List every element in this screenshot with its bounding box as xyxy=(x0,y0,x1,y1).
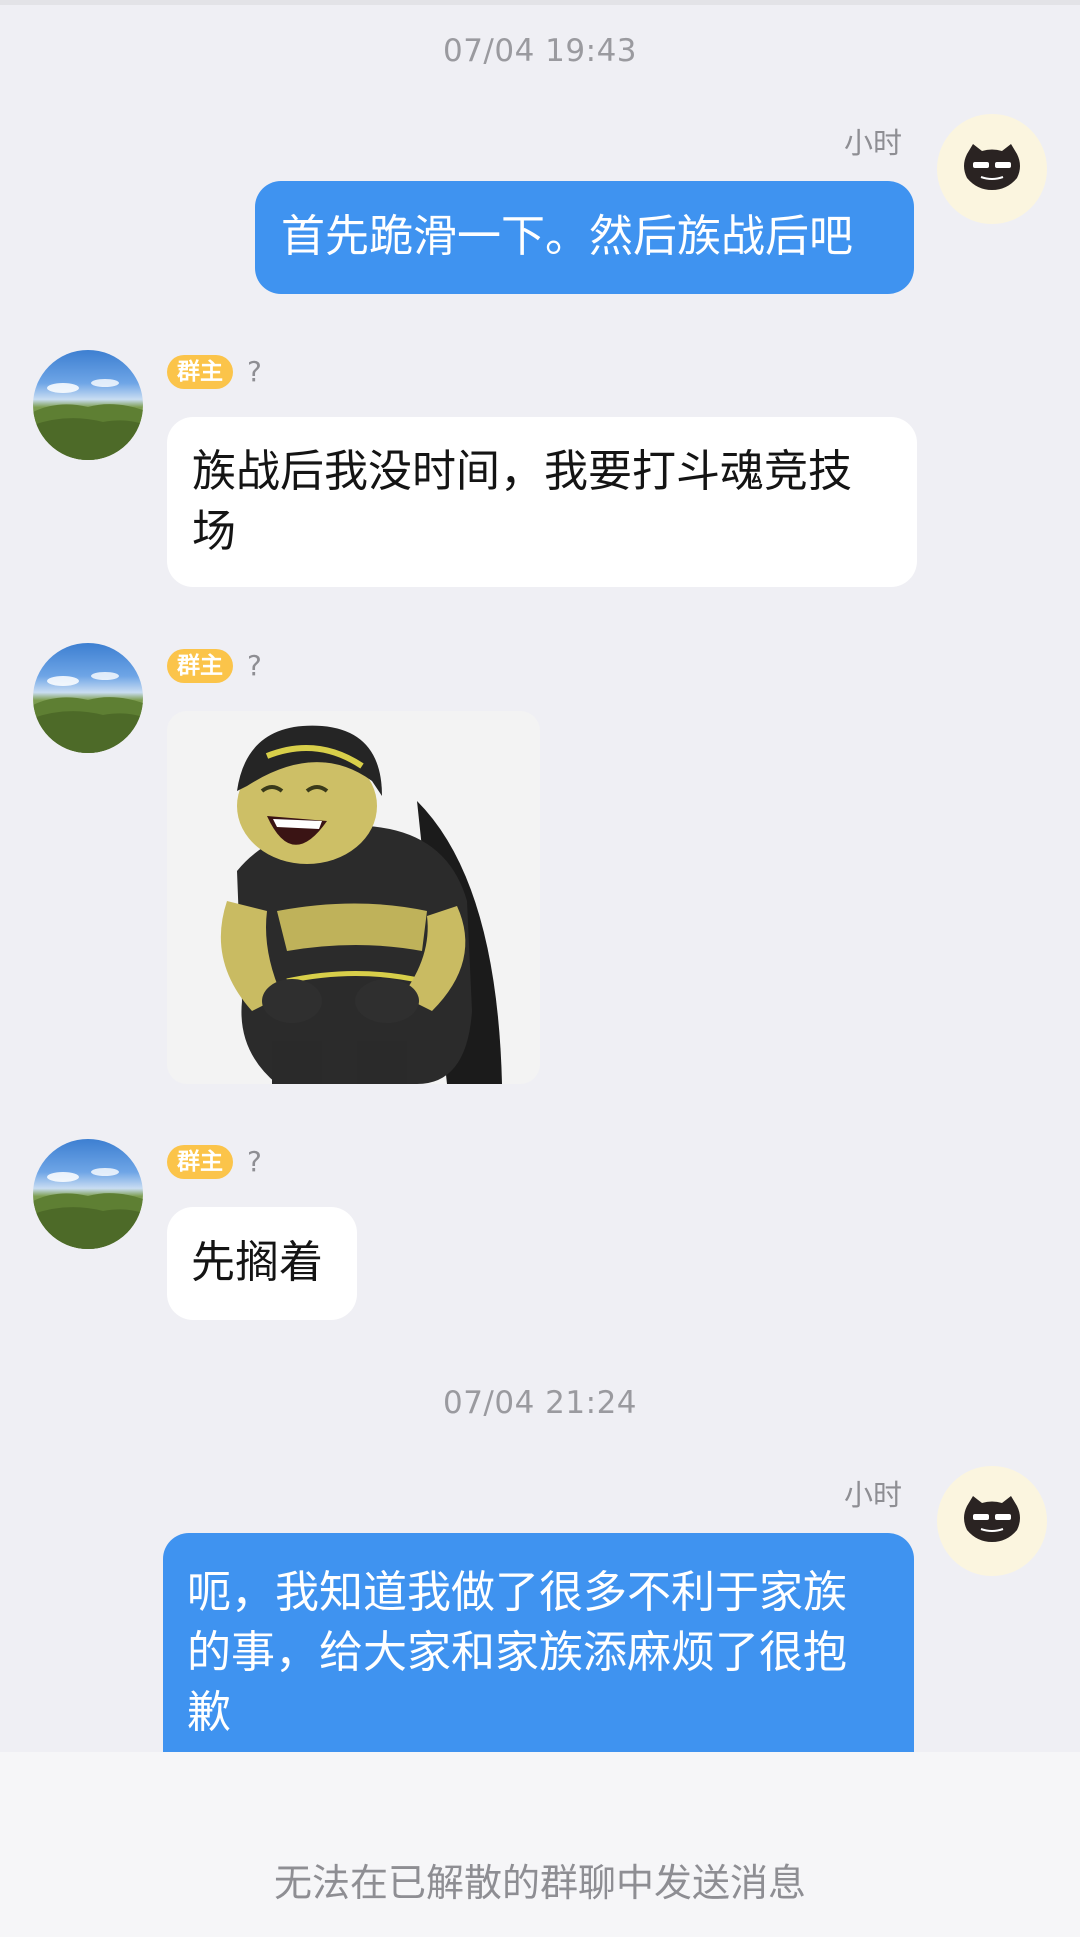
timestamp: 07/04 21:24 xyxy=(442,1385,638,1421)
message-bubble-incoming[interactable]: 先搁着 xyxy=(167,1207,357,1320)
self-avatar[interactable] xyxy=(937,114,1047,224)
green-hill-landscape-icon xyxy=(33,379,143,460)
laughing-armored-character-sticker[interactable] xyxy=(167,711,540,1084)
sender-name: 小时 xyxy=(843,126,902,160)
sender-name: 小时 xyxy=(843,1478,902,1512)
member-name: ? xyxy=(247,1145,262,1178)
black-cat-with-glasses-icon xyxy=(964,144,1020,190)
disbanded-group-footer: 无法在已解散的群聊中发送消息 xyxy=(0,1752,1080,1937)
timestamp: 07/04 19:43 xyxy=(442,33,638,69)
black-cat-with-glasses-icon xyxy=(964,1496,1020,1542)
owner-avatar[interactable] xyxy=(33,350,143,460)
owner-badge: 群主 xyxy=(167,1145,233,1179)
self-avatar[interactable] xyxy=(937,1466,1047,1576)
green-hill-landscape-icon xyxy=(33,1168,143,1249)
chat-screen: 07/04 19:43 小时 首先跪滑一下。然后族战后吧 群主 ? 族战后我没时… xyxy=(0,0,1080,1937)
owner-badge: 群主 xyxy=(167,649,233,683)
owner-badge: 群主 xyxy=(167,355,233,389)
owner-avatar[interactable] xyxy=(33,1139,143,1249)
green-hill-landscape-icon xyxy=(33,672,143,753)
cannot-send-notice: 无法在已解散的群聊中发送消息 xyxy=(273,1861,806,1905)
message-bubble-outgoing[interactable]: 呃，我知道我做了很多不利于家族的事，给大家和家族添麻烦了很抱歉 xyxy=(163,1533,914,1778)
member-name: ? xyxy=(247,355,262,388)
message-bubble-incoming[interactable]: 族战后我没时间，我要打斗魂竞技场 xyxy=(167,417,917,587)
member-name: ? xyxy=(247,649,262,682)
message-bubble-outgoing[interactable]: 首先跪滑一下。然后族战后吧 xyxy=(255,181,914,294)
owner-avatar[interactable] xyxy=(33,643,143,753)
sticker-image xyxy=(167,711,540,1084)
top-divider xyxy=(0,0,1080,5)
